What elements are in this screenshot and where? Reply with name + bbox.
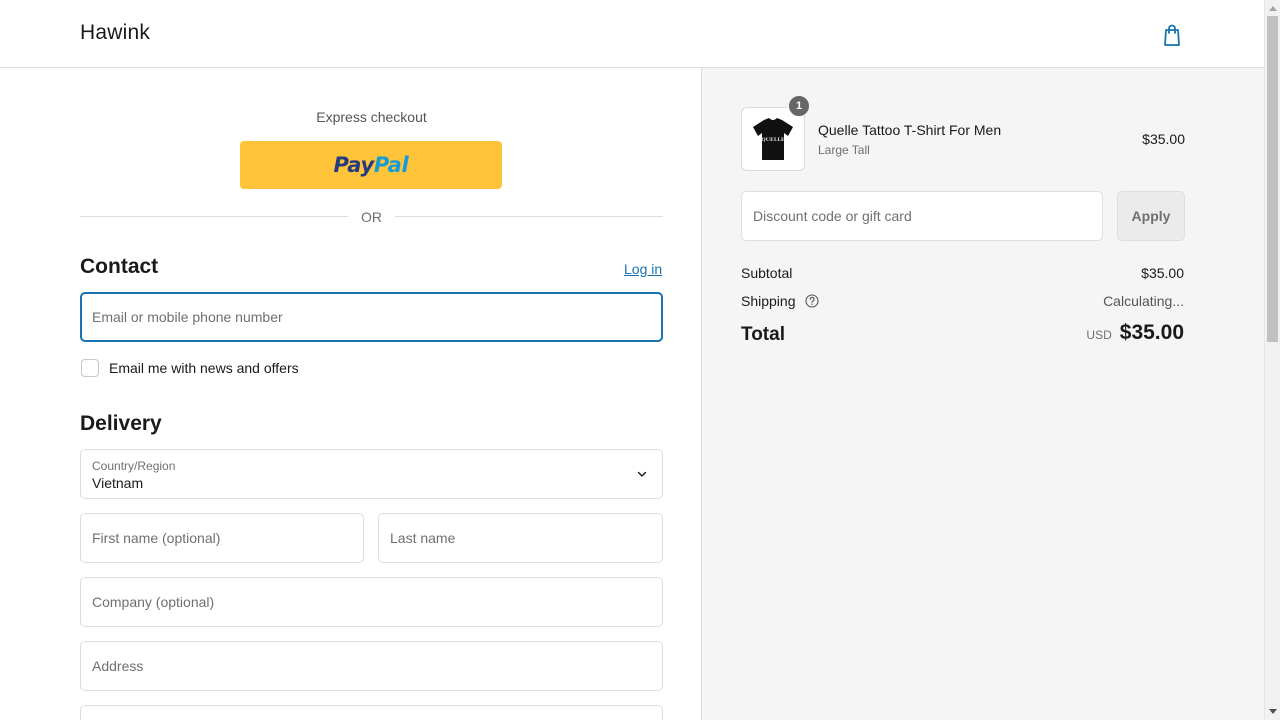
last-name-input[interactable] xyxy=(378,513,663,563)
or-divider: OR xyxy=(80,208,663,226)
page-scrollbar[interactable] xyxy=(1264,0,1280,720)
shipping-label: Shipping xyxy=(741,293,796,309)
total-value-group: USD $35.00 xyxy=(1086,321,1184,345)
shopping-bag-icon[interactable] xyxy=(1159,22,1185,48)
paypal-logo-pal: Pal xyxy=(373,153,409,177)
login-link[interactable]: Log in xyxy=(624,261,662,277)
country-label: Country/Region xyxy=(92,459,176,473)
contact-title: Contact xyxy=(80,255,159,278)
order-summary: QUELLE 1 Quelle Tattoo T-Shirt For Men L… xyxy=(701,68,1264,720)
shipping-value: Calculating... xyxy=(1103,293,1184,309)
product-variant: Large Tall xyxy=(818,143,870,157)
apply-discount-button[interactable]: Apply xyxy=(1117,191,1185,241)
scroll-up-icon[interactable] xyxy=(1265,0,1280,16)
chevron-down-icon xyxy=(637,471,647,477)
product-name: Quelle Tattoo T-Shirt For Men xyxy=(818,122,1002,138)
help-circle-icon[interactable] xyxy=(805,294,819,308)
newsletter-checkbox[interactable] xyxy=(81,359,99,377)
total-amount: $35.00 xyxy=(1119,321,1184,344)
newsletter-checkbox-row[interactable]: Email me with news and offers xyxy=(80,358,299,378)
brand-logo[interactable]: Hawink xyxy=(80,21,150,45)
or-text: OR xyxy=(361,209,382,225)
subtotal-label: Subtotal xyxy=(741,265,793,281)
delivery-title: Delivery xyxy=(80,412,162,435)
total-label: Total xyxy=(741,324,785,345)
shipping-label-row: Shipping xyxy=(741,293,819,309)
country-value: Vietnam xyxy=(92,475,144,491)
discount-code-input[interactable] xyxy=(741,191,1103,241)
country-select[interactable]: Country/Region Vietnam xyxy=(80,449,663,499)
checkout-header: Hawink xyxy=(0,0,1264,68)
tshirt-print-text: QUELLE xyxy=(761,137,785,143)
product-price: $35.00 xyxy=(1142,131,1185,147)
quantity-badge: 1 xyxy=(788,95,810,117)
next-field-partial[interactable] xyxy=(80,705,663,720)
paypal-button[interactable]: Pay Pal xyxy=(240,141,502,189)
paypal-logo-pay: Pay xyxy=(333,153,375,177)
total-currency: USD xyxy=(1086,328,1112,342)
checkout-form: Express checkout Pay Pal OR Contact Log i… xyxy=(0,68,701,720)
subtotal-value: $35.00 xyxy=(1141,265,1184,281)
address-input[interactable] xyxy=(80,641,663,691)
divider-line-right xyxy=(395,216,663,217)
first-name-input[interactable] xyxy=(80,513,364,563)
express-checkout-label: Express checkout xyxy=(316,109,427,125)
company-input[interactable] xyxy=(80,577,663,627)
scroll-down-icon[interactable] xyxy=(1265,704,1280,720)
newsletter-label[interactable]: Email me with news and offers xyxy=(109,360,299,376)
scrollbar-thumb[interactable] xyxy=(1267,16,1278,342)
email-input[interactable] xyxy=(80,292,663,342)
tshirt-image: QUELLE xyxy=(753,118,793,160)
